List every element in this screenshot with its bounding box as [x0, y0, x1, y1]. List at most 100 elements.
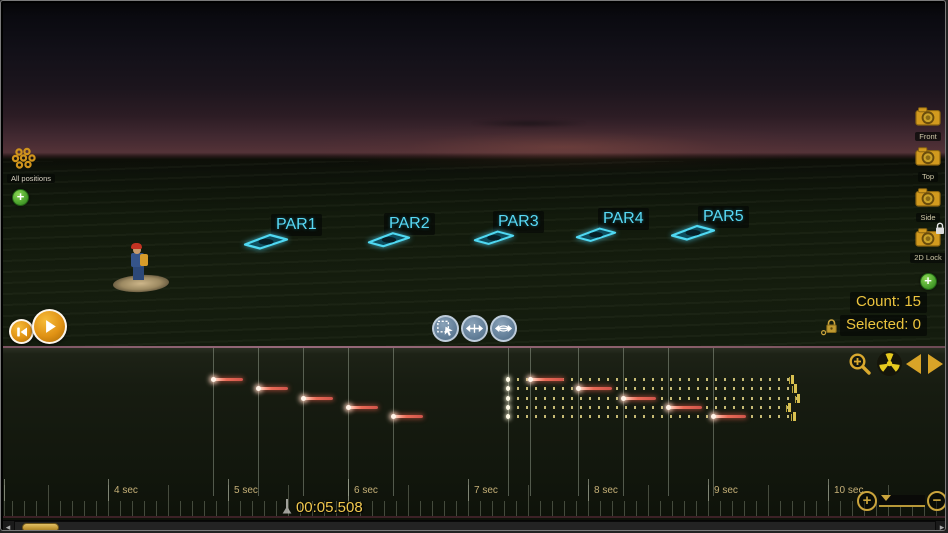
figure-legs: [133, 265, 144, 280]
show-designer-window: All positions + PAR1 PAR2 PAR3 PAR4 PAR5…: [0, 0, 946, 531]
camera-2d-lock-button[interactable]: [915, 222, 944, 252]
hazard-mode-button[interactable]: [876, 350, 903, 377]
camera-side-label: Side: [916, 212, 940, 223]
timeline-gridline: [507, 348, 509, 496]
sustain-track-5[interactable]: [505, 412, 796, 421]
zoom-slider[interactable]: [879, 495, 925, 507]
cue-event-track-5[interactable]: [710, 414, 747, 419]
sustain-track-2[interactable]: [505, 384, 798, 394]
ruler-label: 8 sec: [594, 485, 618, 496]
camera-2d-lock-label: 2D Lock: [910, 253, 945, 263]
camera-icon: [915, 107, 941, 126]
timeline-panel: 4 sec 5 sec 6 sec 7 sec 8 sec 9 sec 10 sec 00:…: [3, 346, 945, 520]
zoom-out-button[interactable]: −: [927, 491, 945, 511]
timeline-gridline: [303, 348, 304, 496]
lock-icon: [936, 222, 944, 235]
ruler-label: 6 sec: [354, 485, 378, 496]
pan-horizontal-tool[interactable]: [490, 315, 517, 342]
scroll-right-button[interactable]: ▸: [937, 521, 945, 530]
all-positions-group: All positions +: [7, 147, 77, 207]
add-position-button[interactable]: +: [12, 189, 29, 207]
zoom-slider-thumb[interactable]: [881, 495, 891, 501]
count-status: Count: 15: [849, 292, 927, 313]
figure-cap: [131, 243, 142, 249]
pan-horizontal-icon: [494, 324, 513, 333]
viewport-tools: [432, 315, 517, 342]
cue-event-track-1[interactable]: [211, 377, 243, 382]
cue-event-track-2[interactable]: [576, 386, 612, 392]
zoom-in-button[interactable]: +: [857, 491, 877, 511]
play-icon: [46, 320, 56, 333]
playhead-needle-icon: [282, 499, 292, 514]
fine-ticks-row: [3, 501, 945, 516]
timeline-controls: [847, 350, 943, 377]
timeline-gridline: [712, 348, 714, 496]
step-forward-button[interactable]: [924, 353, 943, 374]
skip-to-start-button[interactable]: [9, 319, 34, 344]
marquee-select-icon: [437, 320, 453, 336]
timeline-gridline: [530, 348, 532, 496]
playhead-time: 00:05.508: [295, 499, 363, 516]
camera-icon: [915, 147, 941, 166]
ruler-label: 4 sec: [114, 485, 138, 496]
par1-fixture: [243, 233, 289, 250]
marquee-select-tool[interactable]: [432, 315, 459, 342]
selected-status: Selected: 0: [839, 314, 927, 336]
camera-front-button[interactable]: [915, 107, 941, 131]
scrollbar-track[interactable]: [14, 521, 936, 530]
right-arrow-icon: [928, 353, 943, 374]
timeline-gridline: [578, 348, 580, 496]
par5-fixture: [670, 224, 716, 241]
cue-event-track-4[interactable]: [666, 404, 702, 410]
magnifier-plus-icon: [849, 352, 871, 375]
playhead[interactable]: 00:05.508: [281, 499, 363, 516]
add-camera-view-button[interactable]: +: [919, 272, 937, 290]
camera-top-button[interactable]: [915, 147, 941, 171]
scroll-left-button[interactable]: ◂: [3, 521, 13, 530]
radiation-icon: [877, 351, 902, 376]
sustain-track-4[interactable]: [505, 402, 792, 412]
ruler-baseline: [3, 516, 945, 518]
cue-event-track-3[interactable]: [620, 395, 657, 401]
selection-status: Count: 15 Selected: 0: [820, 292, 927, 336]
skip-to-start-icon: [16, 327, 27, 336]
all-positions-label: All positions: [7, 174, 56, 184]
timeline-gridline: [213, 348, 214, 496]
camera-side-button[interactable]: [915, 188, 941, 212]
cue-event-track-2[interactable]: [256, 386, 288, 392]
horizontal-scrollbar: ◂ ▸: [3, 520, 945, 530]
3d-viewport[interactable]: All positions + PAR1 PAR2 PAR3 PAR4 PAR5…: [3, 3, 945, 346]
camera-top-label: Top: [917, 172, 939, 182]
spectator-figure[interactable]: [112, 241, 171, 299]
selection-lock-icon[interactable]: [820, 318, 838, 336]
all-positions-icon[interactable]: [11, 147, 37, 171]
timeline-zoom-controls: + −: [857, 491, 945, 511]
cue-event-track-5[interactable]: [391, 414, 423, 419]
timeline-zoom-in-button[interactable]: [847, 351, 873, 377]
par3-fixture: [473, 230, 515, 245]
time-ruler[interactable]: 4 sec 5 sec 6 sec 7 sec 8 sec 9 sec 10 sec: [3, 479, 945, 501]
move-horizontal-tool[interactable]: [461, 315, 488, 342]
par2-fixture: [367, 232, 411, 248]
ruler-label: 9 sec: [714, 485, 738, 496]
left-arrow-icon: [906, 353, 921, 374]
cue-event-track-1[interactable]: [528, 377, 564, 382]
timeline-gridline: [393, 348, 394, 496]
ruler-label: 5 sec: [234, 485, 258, 496]
cue-event-track-3[interactable]: [301, 395, 333, 401]
camera-views-panel: Front Top Side 2D Lock +: [905, 107, 945, 290]
play-button[interactable]: [32, 309, 67, 344]
par4-fixture: [575, 227, 617, 242]
cue-event-track-4[interactable]: [346, 404, 378, 410]
ruler-label: 7 sec: [474, 485, 498, 496]
timeline-events-area[interactable]: [3, 348, 945, 496]
timeline-gridline: [668, 348, 670, 496]
step-back-button[interactable]: [906, 353, 921, 374]
timeline-gridline: [258, 348, 259, 496]
timeline-gridline: [348, 348, 349, 496]
camera-front-label: Front: [915, 132, 941, 142]
figure-backpack: [140, 254, 148, 266]
move-horizontal-icon: [465, 324, 484, 333]
camera-icon: [915, 188, 941, 207]
scrollbar-thumb[interactable]: [22, 523, 59, 530]
